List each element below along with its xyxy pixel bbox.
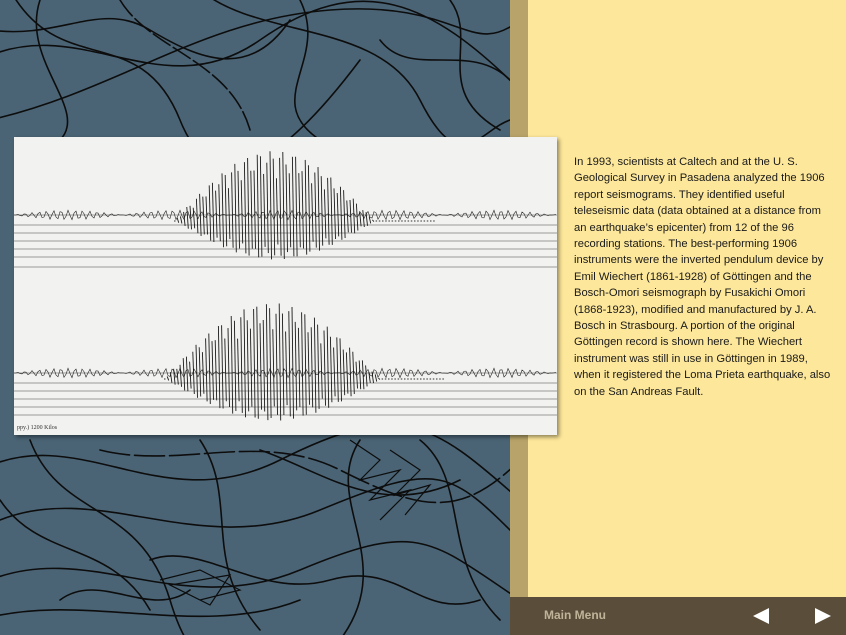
seismogram-traces — [14, 151, 557, 421]
seismogram-caption: ppy.) 1200 Kilos — [17, 425, 58, 431]
previous-page-icon[interactable] — [752, 607, 770, 625]
seismogram-image: ppy.) 1200 Kilos — [14, 137, 557, 435]
main-menu-link[interactable]: Main Menu — [544, 608, 606, 622]
description-text: In 1993, scientists at Caltech and at th… — [574, 156, 831, 398]
bottom-nav-bar: Main Menu — [510, 597, 846, 635]
next-page-icon[interactable] — [814, 607, 832, 625]
